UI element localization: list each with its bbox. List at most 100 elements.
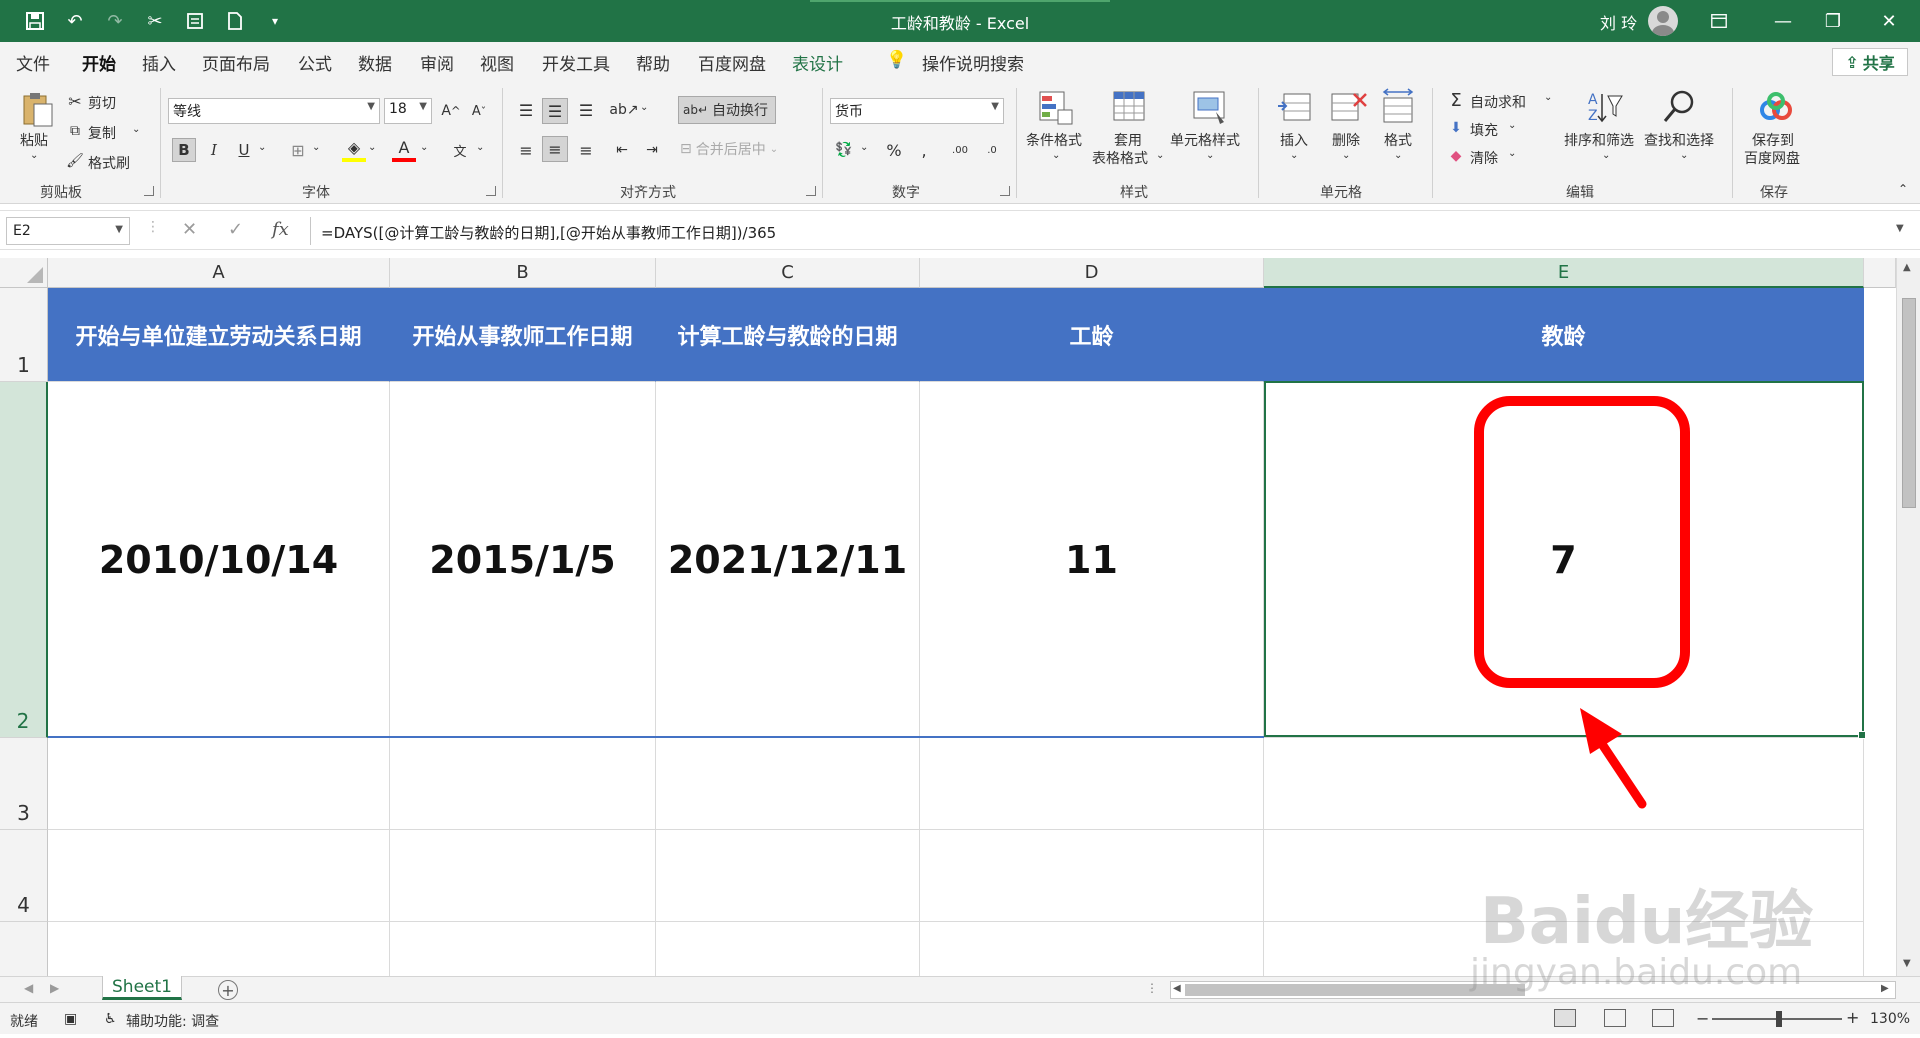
- empty-cell[interactable]: [656, 830, 920, 922]
- fill-dropdown-icon[interactable]: ⌄: [1508, 120, 1516, 131]
- border-icon[interactable]: ⊞: [286, 138, 310, 162]
- wrap-text-button[interactable]: ab↵ 自动换行: [678, 96, 776, 124]
- orientation-icon[interactable]: ab↗: [609, 98, 638, 122]
- tab-formulas[interactable]: 公式: [298, 50, 332, 75]
- minimize-icon[interactable]: —: [1760, 6, 1806, 36]
- align-bottom-icon[interactable]: ☰: [574, 98, 598, 122]
- row-header[interactable]: 2: [0, 382, 48, 738]
- autosum-button[interactable]: 自动求和: [1470, 92, 1526, 112]
- empty-cell[interactable]: [656, 922, 920, 976]
- find-select-icon[interactable]: [1660, 88, 1700, 128]
- font-color-dropdown-icon[interactable]: ⌄: [420, 142, 428, 153]
- increase-font-icon[interactable]: A ^: [440, 100, 462, 122]
- empty-cell[interactable]: [1264, 922, 1864, 976]
- empty-cell[interactable]: [1264, 830, 1864, 922]
- clear-button[interactable]: 清除: [1470, 148, 1498, 168]
- scroll-left-icon[interactable]: ◀: [1173, 983, 1181, 994]
- insert-function-icon[interactable]: fx: [272, 219, 289, 240]
- font-color-icon[interactable]: A: [392, 136, 416, 162]
- save-to-label-1[interactable]: 保存到: [1752, 130, 1794, 150]
- align-center-icon[interactable]: ≡: [542, 136, 568, 162]
- column-header[interactable]: E: [1264, 258, 1864, 288]
- border-dropdown-icon[interactable]: ⌄: [312, 142, 320, 153]
- format-table-dropdown-icon[interactable]: ⌄: [1156, 150, 1164, 161]
- accounting-dropdown-icon[interactable]: ⌄: [860, 142, 868, 153]
- scrollbar-thumb[interactable]: [1185, 984, 1525, 996]
- format-painter-button[interactable]: 格式刷: [88, 153, 130, 173]
- paste-label[interactable]: 粘贴: [20, 130, 48, 150]
- zoom-in-icon[interactable]: +: [1846, 1008, 1859, 1027]
- phonetic-icon[interactable]: 文: [448, 138, 472, 162]
- phonetic-dropdown-icon[interactable]: ⌄: [476, 142, 484, 153]
- italic-button[interactable]: I: [202, 138, 226, 162]
- eraser-icon[interactable]: ◆: [1446, 146, 1466, 166]
- macro-record-icon[interactable]: ▣: [64, 1011, 77, 1027]
- table-cell[interactable]: 2021/12/11: [656, 382, 920, 738]
- format-as-table-label-2[interactable]: 表格格式: [1092, 148, 1148, 168]
- find-dropdown-icon[interactable]: ⌄: [1680, 150, 1688, 161]
- font-name-select[interactable]: 等线 ▼: [168, 98, 380, 124]
- bold-button[interactable]: B: [172, 138, 196, 162]
- delete-cells-label[interactable]: 删除: [1332, 130, 1360, 150]
- clear-dropdown-icon[interactable]: ⌄: [1508, 148, 1516, 159]
- cut-icon[interactable]: ✂: [66, 92, 84, 111]
- fill-down-icon[interactable]: ⬇: [1446, 118, 1466, 138]
- empty-cell[interactable]: [920, 830, 1264, 922]
- cut-button[interactable]: 剪切: [88, 93, 116, 113]
- empty-cell[interactable]: [1264, 738, 1864, 830]
- empty-cell[interactable]: [390, 830, 656, 922]
- formula-input[interactable]: =DAYS([@计算工龄与教龄的日期],[@开始从事教师工作日期])/365: [310, 217, 1890, 245]
- empty-cell[interactable]: [48, 738, 390, 830]
- table-header-cell[interactable]: 开始与单位建立劳动关系日期: [48, 288, 390, 382]
- conditional-formatting-icon[interactable]: [1036, 88, 1076, 128]
- zoom-out-icon[interactable]: −: [1696, 1009, 1709, 1028]
- delete-cells-icon[interactable]: [1328, 88, 1368, 128]
- autosum-icon[interactable]: Σ: [1446, 90, 1466, 111]
- clipboard-launcher-icon[interactable]: [144, 186, 154, 196]
- row-header[interactable]: 1: [0, 288, 48, 382]
- merge-center-button[interactable]: ⊟ 合并后居中 ⌄: [680, 136, 790, 162]
- vertical-scrollbar[interactable]: ▲ ▼: [1896, 258, 1920, 976]
- zoom-level[interactable]: 130%: [1870, 1011, 1910, 1027]
- alignment-launcher-icon[interactable]: [806, 186, 816, 196]
- table-header-cell[interactable]: 开始从事教师工作日期: [390, 288, 656, 382]
- collapse-ribbon-icon[interactable]: ⌃: [1898, 182, 1908, 196]
- tab-data[interactable]: 数据: [358, 50, 392, 75]
- empty-cell[interactable]: [390, 738, 656, 830]
- empty-cell[interactable]: [920, 738, 1264, 830]
- cell-styles-dropdown-icon[interactable]: ⌄: [1206, 150, 1214, 161]
- next-sheet-icon[interactable]: ▶: [50, 981, 59, 995]
- table-header-cell[interactable]: 计算工龄与教龄的日期: [656, 288, 920, 382]
- tab-help[interactable]: 帮助: [636, 50, 670, 75]
- sort-filter-label[interactable]: 排序和筛选: [1564, 130, 1634, 150]
- row-header[interactable]: 4: [0, 830, 48, 922]
- select-all-button[interactable]: [0, 258, 48, 288]
- fill-button[interactable]: 填充: [1470, 120, 1498, 140]
- orientation-dropdown-icon[interactable]: ⌄: [640, 102, 648, 113]
- column-header[interactable]: A: [48, 258, 390, 288]
- column-header[interactable]: D: [920, 258, 1264, 288]
- empty-cell[interactable]: [920, 922, 1264, 976]
- copy-dropdown-icon[interactable]: ⌄: [132, 124, 140, 135]
- align-top-icon[interactable]: ☰: [514, 98, 538, 122]
- save-to-label-2[interactable]: 百度网盘: [1744, 148, 1800, 168]
- empty-cell[interactable]: [48, 830, 390, 922]
- empty-cell[interactable]: [656, 738, 920, 830]
- decrease-font-icon[interactable]: Aˇ: [468, 100, 490, 122]
- insert-cells-icon[interactable]: [1276, 88, 1316, 128]
- share-button[interactable]: ⇪ 共享: [1832, 48, 1908, 76]
- font-size-select[interactable]: 18 ▼: [384, 98, 432, 124]
- cell-styles-label[interactable]: 单元格样式: [1170, 130, 1240, 150]
- tell-me-search[interactable]: 操作说明搜索: [922, 50, 1024, 75]
- paste-dropdown-icon[interactable]: ⌄: [30, 150, 38, 161]
- ribbon-display-icon[interactable]: [1696, 6, 1742, 36]
- sort-dropdown-icon[interactable]: ⌄: [1602, 150, 1610, 161]
- cancel-icon[interactable]: ✕: [182, 219, 197, 240]
- underline-button[interactable]: U: [232, 138, 256, 162]
- page-layout-view-icon[interactable]: [1604, 1009, 1626, 1027]
- number-format-select[interactable]: 货币 ▼: [830, 98, 1004, 124]
- autosum-dropdown-icon[interactable]: ⌄: [1544, 92, 1552, 103]
- avatar[interactable]: [1648, 6, 1678, 36]
- accessibility-status[interactable]: 辅助功能: 调查: [126, 1011, 219, 1031]
- selected-cell[interactable]: 7: [1264, 382, 1864, 738]
